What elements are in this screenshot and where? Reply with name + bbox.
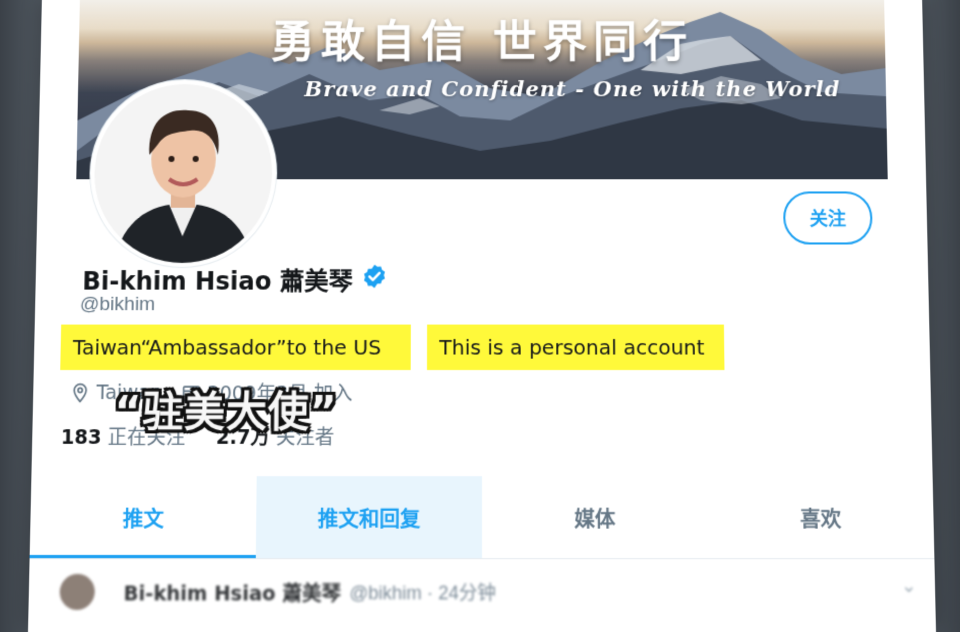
profile-tabs: 推文 推文和回复 媒体 喜欢 <box>29 476 935 560</box>
chevron-down-icon[interactable]: ⌄ <box>901 575 917 597</box>
follow-button[interactable]: 关注 <box>782 191 873 245</box>
avatar-portrait <box>92 84 274 263</box>
tab-tweets-and-replies[interactable]: 推文和回复 <box>255 476 482 559</box>
bio-highlight-personal: This is a personal account <box>426 324 725 371</box>
location-icon <box>70 382 91 403</box>
tab-likes[interactable]: 喜欢 <box>707 476 934 558</box>
tweet-author-name: Bi-khim Hsiao 蕭美琴 <box>123 581 342 606</box>
profile-handle: @bikhim <box>79 293 156 316</box>
banner-title: 勇敢自信 世界同行 <box>270 16 694 69</box>
tweet-avatar[interactable] <box>59 573 96 610</box>
tweet-header[interactable]: Bi-khim Hsiao 蕭美琴 @bikhim · 24分钟 ⌄ <box>28 560 936 623</box>
bio-highlight-ambassador: Taiwan“Ambassador”to the US <box>60 324 411 371</box>
tab-tweets[interactable]: 推文 <box>30 476 257 558</box>
tweet-handle: @bikhim · 24分钟 <box>349 582 496 604</box>
banner-subtitle: Brave and Confident - One with the World <box>304 76 841 102</box>
avatar[interactable] <box>88 80 278 268</box>
verified-icon <box>361 263 388 295</box>
profile-card: 勇敢自信 世界同行 Brave and Confident - One with… <box>27 0 937 632</box>
tab-media[interactable]: 媒体 <box>482 476 708 558</box>
following-count: 183 <box>60 426 102 450</box>
profile-name: Bi-khim Hsiao 蕭美琴 <box>82 267 354 296</box>
profile-name-row: Bi-khim Hsiao 蕭美琴 <box>82 261 387 297</box>
video-caption: “驻美大使” <box>114 388 338 437</box>
